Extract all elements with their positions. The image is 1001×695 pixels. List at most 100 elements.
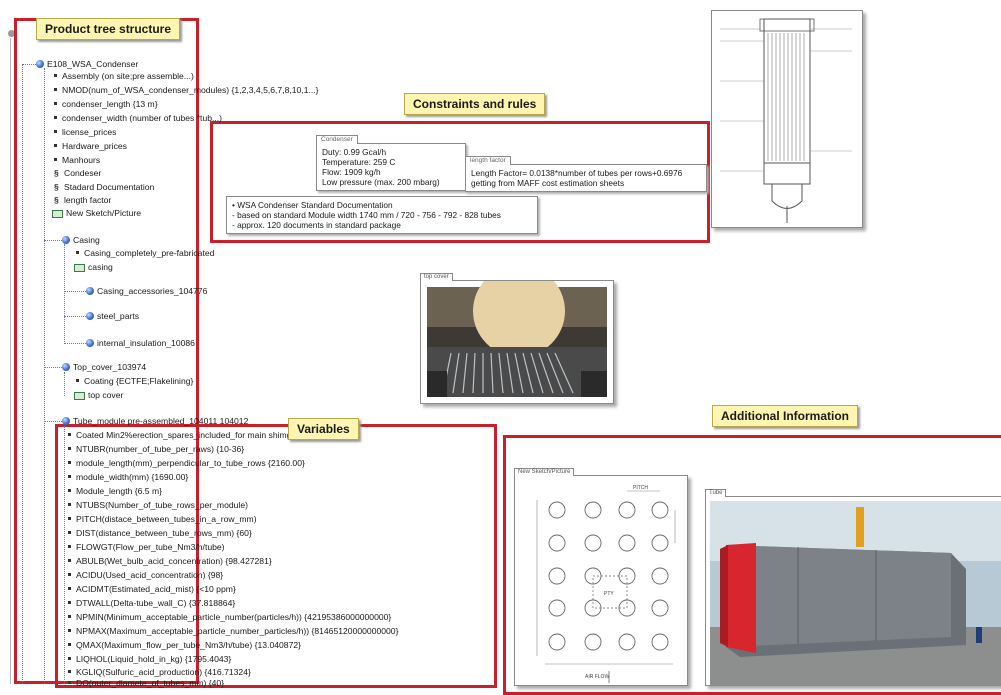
tree-line-tube-h (44, 421, 62, 422)
tree-attribute[interactable]: Assembly (on site;pre assemble...) (54, 70, 194, 82)
tree-attribute[interactable]: Manhours (54, 154, 100, 166)
variables-callout: Variables (288, 418, 359, 440)
bullet-icon (68, 503, 71, 507)
tree-attribute[interactable]: license_prices (54, 126, 116, 138)
bullet-icon (68, 643, 71, 647)
tree-line-topcover (64, 372, 65, 396)
tube-module-photo[interactable]: Tube (705, 489, 1001, 686)
tree-section[interactable]: § length factor (54, 194, 111, 206)
bullet-icon (54, 130, 57, 134)
pitch-label: PITCH (633, 485, 648, 491)
bullet-icon (68, 475, 71, 479)
tree-node-child[interactable]: Casing_accessories_104776 (86, 285, 207, 297)
bullet-icon (54, 158, 57, 162)
bullet-icon (54, 102, 57, 106)
variable-item[interactable]: ABULB(Wet_bulb_acid_concentration) {98.4… (68, 555, 272, 567)
tree-attribute[interactable]: Hardware_prices (54, 140, 127, 152)
tree-node-child[interactable]: steel_parts (86, 310, 139, 322)
bullet-icon (68, 531, 71, 535)
note-tab: Condenser (316, 135, 358, 144)
node-ball-icon (86, 338, 94, 347)
note-line: getting from MAFF cost estimation sheets (471, 178, 625, 188)
bullet-icon (68, 489, 71, 493)
bullet-icon (68, 629, 71, 633)
variable-item[interactable]: DTWALL(Delta-tube_wall_C) {37.818864} (68, 597, 235, 609)
window-frame-left (10, 38, 11, 684)
tree-node-child[interactable]: internal_insulation_10086 (86, 337, 195, 349)
variable-item[interactable]: DIST(distance_between_tube_rows_mm) {60} (68, 527, 252, 539)
note-line: Length Factor= 0.0138*number of tubes pe… (471, 168, 683, 178)
node-ball-icon (36, 59, 44, 68)
tree-attribute[interactable]: condenser_length {13 m} (54, 98, 158, 110)
picture-icon (52, 209, 63, 218)
variable-item[interactable]: DO(outer_diamete_of_tubes_mm) {40} (68, 677, 224, 689)
note-line: Low pressure (max. 200 mbarg) (322, 177, 440, 187)
variable-item[interactable]: Module_length {6.5 m} (68, 485, 162, 497)
tree-line-root-h (22, 64, 36, 65)
tree-section[interactable]: § Condeser (54, 167, 101, 179)
length-factor-note[interactable]: length factor Length Factor= 0.0138*numb… (465, 156, 707, 192)
tree-attribute[interactable]: Casing_completely_pre-fabricated (76, 247, 214, 259)
variable-item[interactable]: QMAX(Maximum_flow_per_tube_Nm3/h/tube) {… (68, 639, 301, 651)
tree-line-topcover-h (44, 367, 62, 368)
bullet-icon (54, 144, 57, 148)
node-ball-icon (62, 416, 70, 425)
tree-attribute[interactable]: condenser_width (number of tubes *tub...… (54, 112, 222, 124)
variable-item[interactable]: NTUBS(Number_of_tube_rows_per_module) (68, 499, 248, 511)
bullet-icon (54, 88, 57, 92)
tree-line-casing-h (44, 240, 62, 241)
bullet-icon (68, 559, 71, 563)
variable-item[interactable]: NTUBR(number_of_tube_per_raws) {10-36} (68, 443, 244, 455)
note-line: - approx. 120 documents in standard pack… (232, 220, 401, 230)
variable-item[interactable]: FLOWGT(Flow_per_tube_Nm3/h/tube) (68, 541, 225, 553)
variable-item[interactable]: PITCH(distace_between_tubes_in_a_row_mm) (68, 513, 257, 525)
tree-line-level1 (44, 68, 45, 684)
condenser-note[interactable]: Condenser Duty: 0.99 Gcal/h Temperature:… (316, 135, 466, 191)
tree-root-node[interactable]: E108_WSA_Condenser (36, 58, 138, 70)
bullet-icon (68, 670, 71, 674)
airflow-label: AIR FLOW (585, 674, 609, 680)
picture-tab: New Sketch/Picture (514, 468, 575, 476)
bullet-icon (76, 379, 79, 383)
bullet-icon (68, 601, 71, 605)
tree-line-ins-h (64, 343, 86, 344)
tree-attribute[interactable]: NMOD(num_of_WSA_condenser_modules) {1,2,… (54, 84, 319, 96)
section-icon: § (54, 195, 59, 205)
node-ball-icon (62, 362, 70, 371)
variable-item[interactable]: NPMAX(Maximum_acceptable_particle_number… (68, 625, 398, 637)
note-tab: length factor (465, 156, 511, 165)
variable-item[interactable]: module_length(mm)_perpendicular_to_tube_… (68, 457, 305, 469)
tube-layout-sketch[interactable]: New Sketch/Picture PITCH PTY AIR FLOW (514, 468, 688, 686)
section-icon: § (54, 168, 59, 178)
tube-layout-svg: PITCH PTY AIR FLOW (536, 485, 676, 683)
bullet-icon (76, 251, 79, 255)
variable-item[interactable]: ACIDU(Used_acid_concentration) {98} (68, 569, 223, 581)
product-tree-callout: Product tree structure (36, 18, 181, 40)
bullet-icon (68, 587, 71, 591)
tree-node-casing[interactable]: Casing (62, 234, 100, 246)
bullet-icon (68, 433, 71, 437)
top-cover-photo-svg (427, 265, 607, 397)
bullet-icon (68, 461, 71, 465)
tree-picture[interactable]: top cover (74, 389, 123, 401)
documentation-note[interactable]: • WSA Condenser Standard Documentation -… (226, 196, 538, 234)
constraints-callout: Constraints and rules (404, 93, 546, 115)
tree-node-tube-module[interactable]: Tube_module pre-assembled_104011 104012 (62, 415, 248, 427)
bullet-icon (68, 517, 71, 521)
top-cover-photo[interactable]: top cover (420, 265, 614, 404)
variable-item[interactable]: ACIDMT(Estimated_acid_mist) {<10 ppm} (68, 583, 236, 595)
tree-attribute[interactable]: Coating {ECTFE;Flakelining} (76, 375, 193, 387)
tree-section[interactable]: § Stadard Documentation (54, 181, 154, 193)
bullet-icon (54, 116, 57, 120)
tube-module-photo-svg (710, 501, 1001, 685)
bullet-icon (68, 545, 71, 549)
tree-sketch[interactable]: New Sketch/Picture (52, 207, 141, 219)
tree-line-steel-h (64, 316, 86, 317)
variable-item[interactable]: module_width(mm) {1690.00} (68, 471, 188, 483)
tree-picture[interactable]: casing (74, 261, 113, 273)
tree-node-top-cover[interactable]: Top_cover_103974 (62, 361, 146, 373)
condenser-drawing[interactable] (711, 10, 863, 228)
variable-item[interactable]: LIQHOL(Liquid_hold_in_kg) {1795.4043} (68, 653, 231, 665)
additional-info-callout: Additional Information (712, 405, 858, 427)
variable-item[interactable]: NPMIN(Minimum_acceptable_particle_number… (68, 611, 391, 623)
